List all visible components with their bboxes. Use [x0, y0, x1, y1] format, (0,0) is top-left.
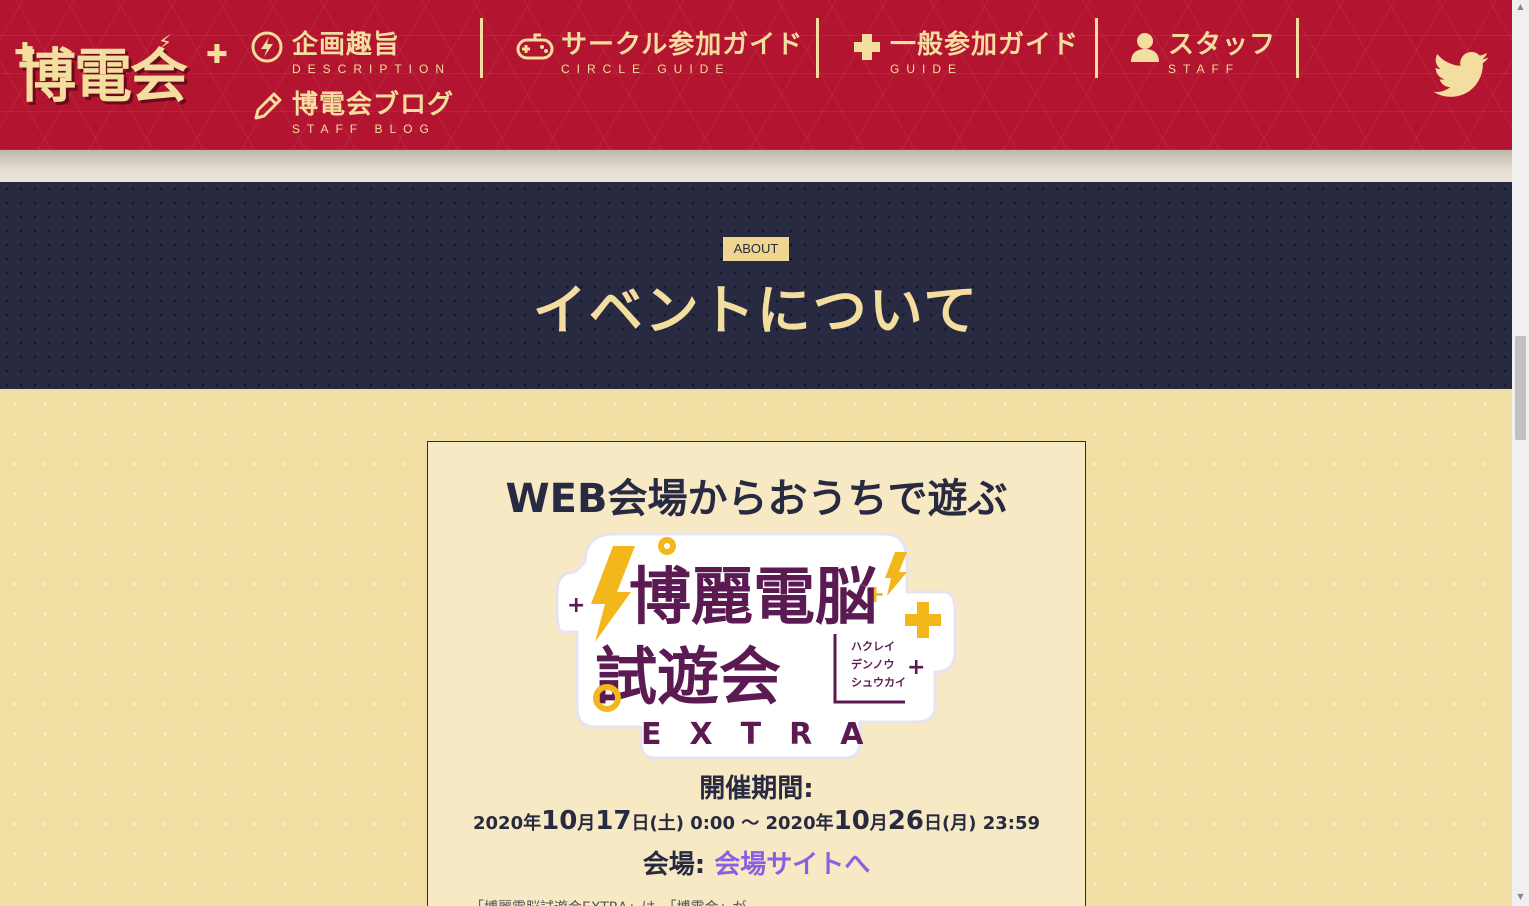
event-logo-line2: 試遊会: [595, 640, 781, 713]
event-logo-ruby3: シュウカイ: [851, 676, 906, 689]
plus-cross-icon: [854, 34, 880, 60]
person-icon: [1131, 33, 1159, 62]
nav-label: 企画趣旨: [292, 30, 401, 60]
scrollbar-thumb[interactable]: [1515, 336, 1526, 440]
twitter-icon: [1433, 51, 1489, 97]
period-end-month: 10: [833, 806, 870, 836]
nav-label: スタッフ: [1168, 30, 1277, 60]
nav-staff[interactable]: スタッフ STAFF: [1128, 24, 1288, 76]
nav-sublabel: STAFF BLOG: [292, 122, 436, 136]
nav-description[interactable]: 企画趣旨 DESCRIPTION: [250, 24, 460, 76]
sparkle-icon: ✚: [206, 40, 228, 70]
hero-image-strip: [0, 150, 1512, 182]
nav-label: 一般参加ガイド: [890, 30, 1080, 60]
lightning-circle-icon: [251, 31, 283, 63]
event-period: 2020年10月17日(土) 0:00 〜 2020年10月26日(月) 23:…: [427, 806, 1086, 836]
nav-staff-blog[interactable]: 博電会ブログ STAFF BLOG: [250, 84, 470, 136]
event-logo-line1: 博麗電脳: [629, 560, 877, 633]
nav-sublabel: CIRCLE GUIDE: [561, 62, 731, 76]
period-end-suffix: 日(月) 23:59: [923, 813, 1040, 834]
period-start-month: 10: [541, 806, 578, 836]
gamepad-icon: [516, 33, 554, 60]
event-logo-line3: EXTRA: [641, 717, 891, 752]
nav-general-guide[interactable]: 一般参加ガイド GUIDE: [850, 24, 1080, 76]
period-end-day: 26: [887, 806, 924, 836]
nav-label: 博電会ブログ: [292, 90, 455, 120]
about-badge: ABOUT: [723, 237, 789, 261]
nav-sublabel: GUIDE: [890, 62, 964, 76]
nav-sublabel: DESCRIPTION: [292, 62, 452, 76]
nav-divider: [1296, 18, 1299, 78]
scrollbar-track[interactable]: [1512, 0, 1529, 906]
svg-text:+: +: [567, 593, 585, 618]
scroll-up-arrow-icon[interactable]: ▲: [1515, 2, 1526, 12]
venue: 会場: 会場サイトへ: [427, 844, 1086, 881]
event-description-text: 「博麗電脳試遊会EXTRA」は、「博電会」が…: [470, 897, 1050, 906]
period-start-year: 2020年: [473, 813, 542, 834]
sparkle-icon: ✚: [14, 38, 36, 68]
nav-divider: [816, 18, 819, 78]
scroll-down-arrow-icon[interactable]: ▼: [1515, 892, 1526, 902]
nav-circle-guide[interactable]: サークル参加ガイド CIRCLE GUIDE: [515, 24, 805, 76]
svg-text:+: +: [907, 655, 925, 680]
site-header: 博電会 ✚ ✚ ⚡ 企画趣旨 DESCRIPTION サークル参加ガイド CIR…: [0, 0, 1512, 150]
nav-sublabel: STAFF: [1168, 62, 1241, 76]
nav-label: サークル参加ガイド: [561, 30, 804, 60]
period-month-unit: 月: [869, 813, 888, 834]
sparkle-icon: ⚡: [158, 30, 172, 54]
venue-site-link[interactable]: 会場サイトへ: [714, 850, 870, 880]
event-logo-ruby1: ハクレイ: [851, 640, 895, 653]
period-label: 開催期間:: [699, 774, 814, 804]
event-logo-ruby2: デンノウ: [851, 657, 894, 671]
twitter-link[interactable]: [1433, 51, 1489, 98]
period-start-suffix: 日(土) 0:00 〜 2020年: [631, 813, 834, 834]
event-card-title: WEB会場からおうちで遊ぶ: [505, 476, 1008, 522]
event-logo: + + + 博麗電脳 試遊会 EXTRA ハクレイ デンノウ シュウカイ: [555, 532, 957, 760]
about-title: イベントについて: [532, 279, 980, 342]
nav-divider: [1095, 18, 1098, 78]
pencil-icon: [254, 92, 282, 120]
nav-divider: [480, 18, 483, 78]
period-start-day: 17: [595, 806, 632, 836]
site-logo[interactable]: 博電会 ✚ ✚ ⚡: [14, 32, 228, 116]
period-month-unit: 月: [577, 813, 596, 834]
venue-label: 会場:: [642, 850, 715, 880]
